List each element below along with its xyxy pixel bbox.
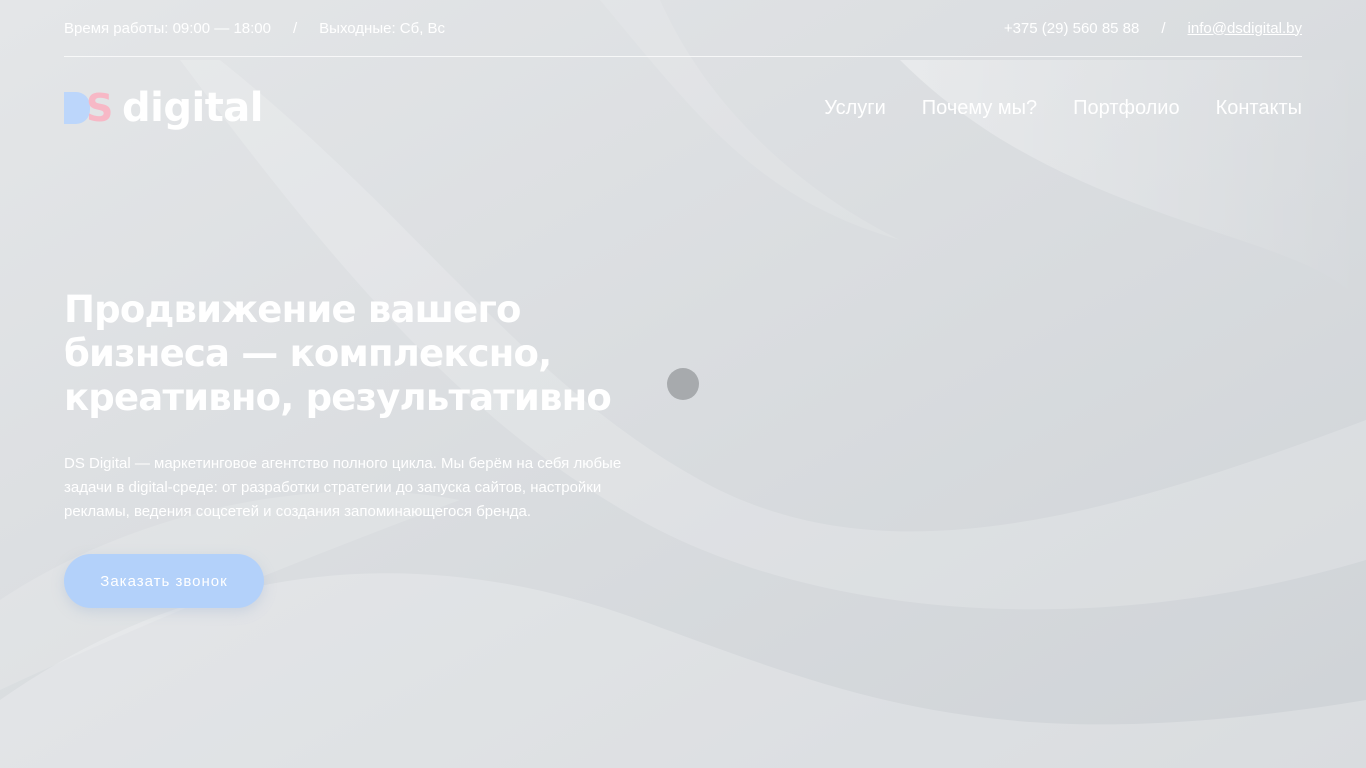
contacts-group: +375 (29) 560 85 88 / info@dsdigital.by: [1004, 20, 1302, 37]
days-off: Выходные: Сб, Вс: [319, 19, 446, 37]
working-hours: Время работы: 09:00 — 18:00: [64, 19, 271, 37]
working-hours-group: Время работы: 09:00 — 18:00 / Выходные: …: [64, 20, 445, 37]
email-link[interactable]: info@dsdigital.by: [1188, 20, 1302, 37]
top-info-bar: Время работы: 09:00 — 18:00 / Выходные: …: [64, 0, 1302, 57]
nav-item-services[interactable]: Услуги: [824, 97, 886, 120]
site-header: S digital Услуги Почему мы? Портфолио Ко…: [64, 86, 1302, 130]
ds-logo-icon: S: [64, 86, 114, 130]
hero-title: Продвижение вашего бизнеса — комплексно,…: [64, 288, 612, 419]
loading-spinner: [667, 368, 699, 400]
logo-s-letter: S: [86, 86, 114, 130]
logo[interactable]: S digital: [64, 85, 264, 131]
nav-item-portfolio[interactable]: Портфолио: [1073, 97, 1179, 120]
order-call-button[interactable]: Заказать звонок: [64, 554, 264, 608]
hero-section: Продвижение вашего бизнеса — комплексно,…: [64, 288, 664, 524]
hero-description: DS Digital — маркетинговое агентство пол…: [64, 455, 622, 520]
nav-item-why-us[interactable]: Почему мы?: [922, 97, 1037, 120]
separator: /: [1161, 19, 1166, 37]
main-nav: Услуги Почему мы? Портфолио Контакты: [788, 97, 1302, 120]
nav-item-contacts[interactable]: Контакты: [1216, 97, 1302, 120]
separator: /: [292, 19, 298, 37]
logo-wordmark: digital: [122, 85, 264, 131]
phone-number[interactable]: +375 (29) 560 85 88: [1004, 20, 1140, 37]
